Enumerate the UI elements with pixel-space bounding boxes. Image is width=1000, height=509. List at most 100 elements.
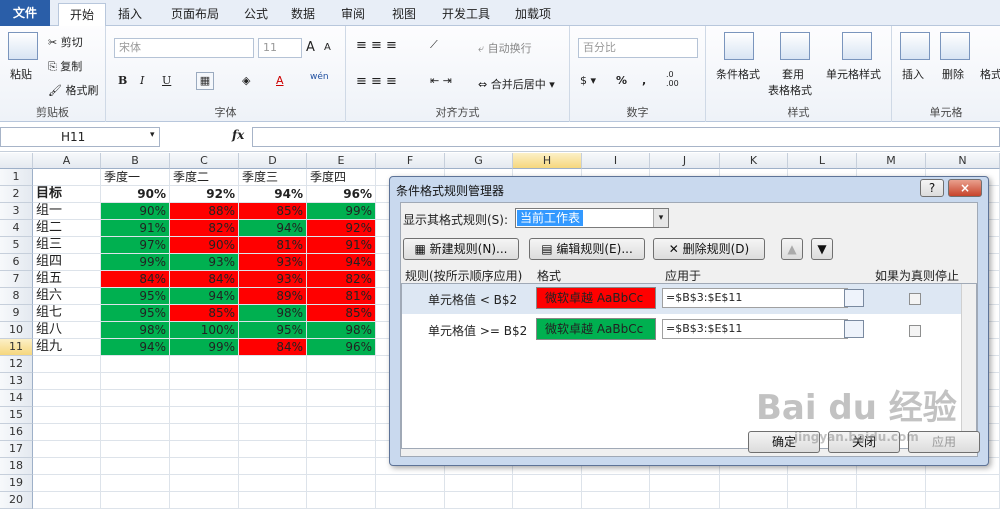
conditional-format-button[interactable]: 条件格式	[716, 66, 760, 82]
quarter-header[interactable]: 季度三	[239, 169, 307, 186]
column-header[interactable]: C	[170, 153, 239, 169]
column-header[interactable]: L	[788, 153, 857, 169]
group-label[interactable]: 组一	[33, 203, 101, 220]
score-cell[interactable]: 85%	[307, 305, 376, 322]
score-cell[interactable]: 95%	[101, 288, 170, 305]
tab-formulas[interactable]: 公式	[236, 3, 276, 26]
row-header[interactable]: 7	[0, 271, 33, 288]
target-label[interactable]: 目标	[33, 186, 101, 203]
column-header[interactable]: J	[650, 153, 720, 169]
cell[interactable]	[582, 492, 650, 509]
font-name-select[interactable]: 宋体	[114, 38, 254, 58]
group-label[interactable]: 组四	[33, 254, 101, 271]
cell[interactable]	[170, 458, 239, 475]
chevron-down-icon[interactable]: ▾	[653, 209, 668, 227]
cell[interactable]	[513, 475, 582, 492]
row-header[interactable]: 12	[0, 356, 33, 373]
row-header[interactable]: 6	[0, 254, 33, 271]
cell[interactable]	[376, 475, 445, 492]
score-cell[interactable]: 85%	[170, 305, 239, 322]
conditional-format-icon[interactable]	[724, 32, 754, 60]
cell-styles-icon[interactable]	[842, 32, 872, 60]
paste-button[interactable]: 粘贴	[10, 66, 32, 82]
cell[interactable]	[33, 458, 101, 475]
score-cell[interactable]: 95%	[239, 322, 307, 339]
cell[interactable]	[170, 407, 239, 424]
cell[interactable]	[33, 390, 101, 407]
target-value[interactable]: 94%	[239, 186, 307, 203]
group-label[interactable]: 组六	[33, 288, 101, 305]
cell[interactable]	[926, 475, 1000, 492]
range-picker-icon[interactable]	[844, 320, 864, 338]
score-cell[interactable]: 94%	[101, 339, 170, 356]
row-header[interactable]: 20	[0, 492, 33, 509]
score-cell[interactable]: 92%	[307, 220, 376, 237]
cell[interactable]	[445, 492, 513, 509]
score-cell[interactable]: 91%	[307, 237, 376, 254]
group-label[interactable]: 组七	[33, 305, 101, 322]
score-cell[interactable]: 89%	[239, 288, 307, 305]
cell[interactable]	[239, 458, 307, 475]
cell[interactable]	[513, 492, 582, 509]
row-header[interactable]: 11	[0, 339, 33, 356]
score-cell[interactable]: 91%	[101, 220, 170, 237]
row-header[interactable]: 17	[0, 441, 33, 458]
cell[interactable]	[239, 441, 307, 458]
cell[interactable]	[101, 475, 170, 492]
orientation-icon[interactable]: ⟋	[430, 38, 438, 52]
italic-button[interactable]: I	[140, 74, 144, 87]
cell[interactable]	[650, 475, 720, 492]
row-header[interactable]: 5	[0, 237, 33, 254]
phonetic-icon[interactable]: wén	[310, 72, 329, 82]
score-cell[interactable]: 85%	[239, 203, 307, 220]
cell[interactable]	[33, 424, 101, 441]
tab-insert[interactable]: 插入	[110, 3, 150, 26]
score-cell[interactable]: 82%	[170, 220, 239, 237]
quarter-header[interactable]: 季度一	[101, 169, 170, 186]
cell[interactable]	[720, 492, 788, 509]
group-label[interactable]: 组五	[33, 271, 101, 288]
cut-button[interactable]: ✂ 剪切	[48, 34, 83, 50]
column-header[interactable]: M	[857, 153, 926, 169]
cell[interactable]	[582, 475, 650, 492]
copy-button[interactable]: ⎘ 复制	[48, 58, 82, 74]
tab-developer[interactable]: 开发工具	[434, 3, 498, 26]
score-cell[interactable]: 94%	[307, 254, 376, 271]
cell[interactable]	[650, 492, 720, 509]
tab-review[interactable]: 审阅	[333, 3, 373, 26]
cell[interactable]	[101, 390, 170, 407]
group-label[interactable]: 组八	[33, 322, 101, 339]
group-label[interactable]: 组二	[33, 220, 101, 237]
cell[interactable]	[33, 407, 101, 424]
merge-center-button[interactable]: ⇔ 合并后居中 ▾	[478, 76, 555, 92]
column-header[interactable]: K	[720, 153, 788, 169]
target-value[interactable]: 92%	[170, 186, 239, 203]
name-box-dropdown-icon[interactable]: ▾	[150, 130, 155, 140]
score-cell[interactable]: 81%	[307, 288, 376, 305]
cell[interactable]	[445, 475, 513, 492]
cell[interactable]	[33, 169, 101, 186]
rule-2-stop-checkbox[interactable]	[909, 325, 921, 337]
edit-rule-button[interactable]: ▤ 编辑规则(E)...	[529, 238, 645, 260]
row-header[interactable]: 10	[0, 322, 33, 339]
name-box[interactable]: H11	[0, 127, 160, 147]
cell-styles-button[interactable]: 单元格样式	[826, 66, 881, 82]
row-header[interactable]: 1	[0, 169, 33, 186]
score-cell[interactable]: 93%	[239, 271, 307, 288]
row-header[interactable]: 18	[0, 458, 33, 475]
cell[interactable]	[376, 492, 445, 509]
cell[interactable]	[170, 373, 239, 390]
cell[interactable]	[857, 475, 926, 492]
align-left-icon[interactable]: ≡ ≡ ≡	[356, 74, 397, 89]
score-cell[interactable]: 98%	[239, 305, 307, 322]
cell[interactable]	[170, 356, 239, 373]
score-cell[interactable]: 88%	[170, 203, 239, 220]
cell[interactable]	[170, 475, 239, 492]
column-header[interactable]: N	[926, 153, 1000, 169]
cell[interactable]	[101, 424, 170, 441]
cell[interactable]	[239, 373, 307, 390]
border-icon[interactable]: ▦	[196, 72, 214, 90]
cell[interactable]	[170, 441, 239, 458]
score-cell[interactable]: 99%	[307, 203, 376, 220]
cell[interactable]	[307, 458, 376, 475]
